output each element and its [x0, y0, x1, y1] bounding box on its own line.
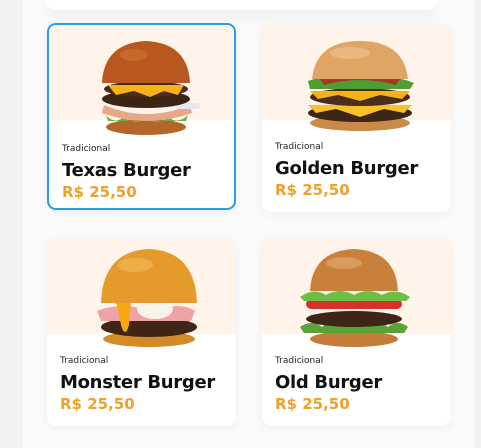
product-name: Golden Burger	[275, 158, 418, 179]
golden-burger-image	[308, 41, 414, 131]
product-category: Tradicional	[60, 356, 109, 366]
product-info: Tradicional Golden Burger R$ 25,50	[275, 141, 418, 200]
product-info: Tradicional Old Burger R$ 25,50	[275, 355, 382, 414]
product-price: R$ 25,50	[275, 395, 350, 413]
product-name: Old Burger	[275, 372, 383, 393]
product-card-texas-burger[interactable]: Tradicional Texas Burger R$ 25,50	[47, 23, 236, 210]
product-card-golden-burger[interactable]: Tradicional Golden Burger R$ 25,50	[262, 25, 451, 212]
old-burger-image	[300, 249, 410, 347]
product-category: Tradicional	[62, 144, 111, 154]
product-card-monster-burger[interactable]: Tradicional Monster Burger R$ 25,50	[47, 239, 236, 426]
texas-burger-image	[102, 41, 200, 135]
product-price: R$ 25,50	[62, 183, 137, 201]
header-card-edge	[45, 0, 437, 10]
monster-burger-image	[97, 249, 197, 347]
product-category: Tradicional	[275, 142, 324, 152]
product-price: R$ 25,50	[60, 395, 135, 413]
product-price: R$ 25,50	[275, 181, 350, 199]
product-category: Tradicional	[275, 356, 324, 366]
product-name: Monster Burger	[60, 372, 215, 393]
product-info: Tradicional Texas Burger R$ 25,50	[62, 143, 191, 202]
product-card-old-burger[interactable]: Tradicional Old Burger R$ 25,50	[262, 239, 451, 426]
product-info: Tradicional Monster Burger R$ 25,50	[60, 355, 215, 414]
product-name: Texas Burger	[62, 160, 191, 181]
